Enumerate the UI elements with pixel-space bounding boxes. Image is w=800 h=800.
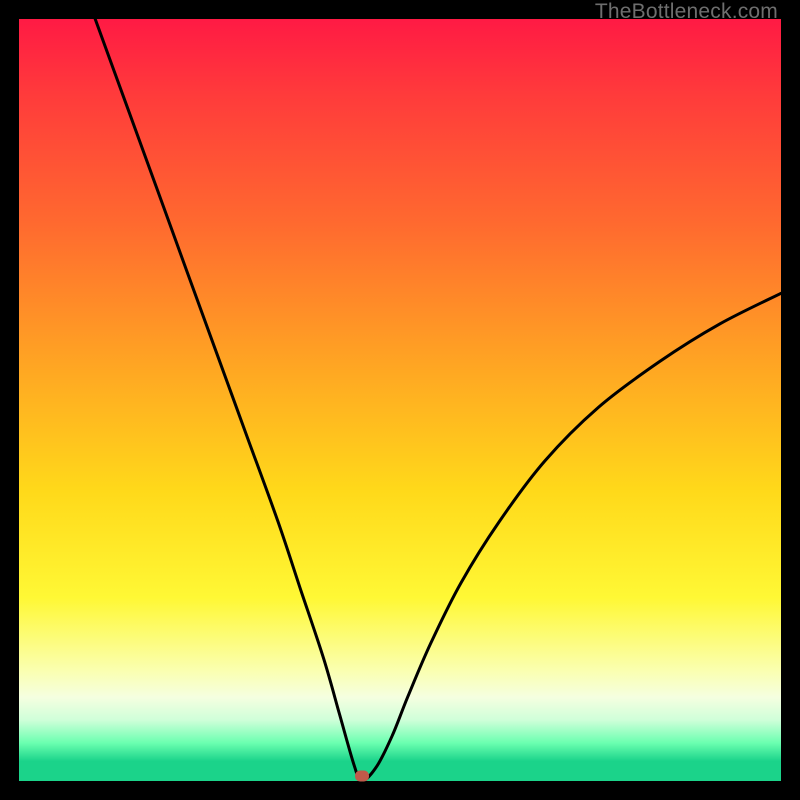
bottleneck-curve bbox=[19, 19, 781, 781]
optimal-point-marker bbox=[355, 771, 369, 782]
chart-frame: TheBottleneck.com bbox=[0, 0, 800, 800]
plot-area bbox=[19, 19, 781, 781]
